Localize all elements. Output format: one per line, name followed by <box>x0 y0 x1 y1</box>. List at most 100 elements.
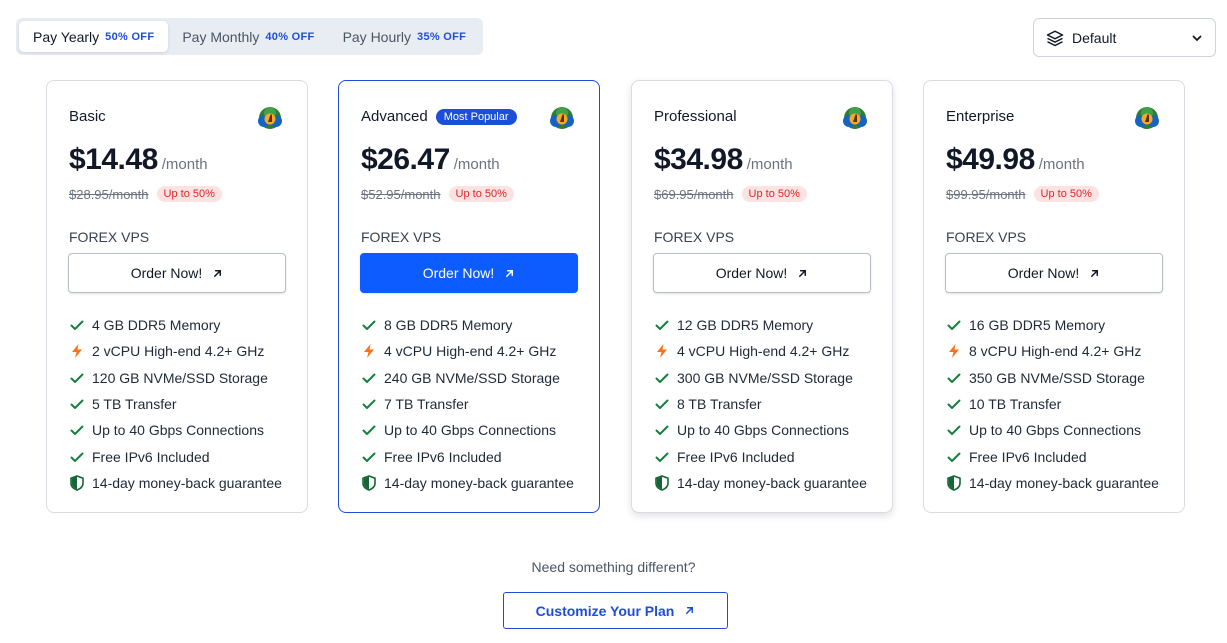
feature-item: 240 GB NVMe/SSD Storage <box>361 365 574 391</box>
feature-item: 10 TB Transfer <box>946 391 1159 417</box>
price-period: /month <box>746 156 793 173</box>
feature-item: Up to 40 Gbps Connections <box>69 417 282 443</box>
original-price: $69.95/month <box>654 186 734 202</box>
feature-item: 300 GB NVMe/SSD Storage <box>654 365 867 391</box>
feature-item: 120 GB NVMe/SSD Storage <box>69 365 282 391</box>
feature-text: 8 TB Transfer <box>677 396 762 413</box>
check-icon <box>947 399 961 410</box>
feature-text: 4 vCPU High-end 4.2+ GHz <box>677 343 850 360</box>
order-now-label: Order Now! <box>422 265 495 281</box>
billing-option-label: Pay Monthly <box>182 28 260 45</box>
shield-icon <box>655 475 669 491</box>
feature-text: 14-day money-back guarantee <box>677 474 867 491</box>
metatrader-logo-icon <box>1135 107 1159 129</box>
plan-price: $14.48 <box>69 143 158 176</box>
plan-price: $26.47 <box>361 143 450 176</box>
feature-item: Free IPv6 Included <box>946 443 1159 469</box>
check-icon <box>70 399 84 410</box>
check-icon <box>362 320 376 331</box>
feature-item: Free IPv6 Included <box>361 443 574 469</box>
plan-header: Advanced Most Popular <box>361 108 517 125</box>
plan-name: Professional <box>654 108 737 125</box>
check-icon <box>70 320 84 331</box>
order-now-button[interactable]: Order Now! <box>945 253 1163 293</box>
plan-header: Basic <box>69 108 106 125</box>
original-price: $99.95/month <box>946 186 1026 202</box>
arrow-up-right-icon <box>686 607 694 614</box>
feature-item: Up to 40 Gbps Connections <box>654 417 867 443</box>
product-label: FOREX VPS <box>361 229 442 245</box>
feature-text: Free IPv6 Included <box>384 448 502 465</box>
order-now-label: Order Now! <box>1007 265 1080 281</box>
feature-item: 14-day money-back guarantee <box>69 470 282 496</box>
original-price: $28.95/month <box>69 186 149 202</box>
arrow-up-right-icon <box>214 269 222 277</box>
feature-list: 16 GB DDR5 Memory 8 vCPU High-end 4.2+ GH… <box>946 312 1159 496</box>
product-label: FOREX VPS <box>946 229 1027 245</box>
shield-icon <box>947 475 961 491</box>
lightning-icon <box>72 344 82 359</box>
billing-option-yearly[interactable]: Pay Yearly 50% OFF <box>19 21 169 52</box>
feature-item: 14-day money-back guarantee <box>361 470 574 496</box>
check-icon <box>947 452 961 462</box>
feature-list: 12 GB DDR5 Memory 4 vCPU High-end 4.2+ GH… <box>654 312 867 496</box>
need-something-different-text: Need something different? <box>531 559 696 575</box>
feature-item: Free IPv6 Included <box>69 443 282 469</box>
feature-text: Free IPv6 Included <box>92 448 210 465</box>
sort-select[interactable]: Default <box>1033 18 1216 57</box>
discount-badge: Up to 50% <box>448 186 514 202</box>
feature-item: 4 GB DDR5 Memory <box>69 312 282 338</box>
plan-name: Basic <box>69 108 106 125</box>
order-now-button[interactable]: Order Now! <box>360 253 578 293</box>
order-now-button[interactable]: Order Now! <box>653 253 871 293</box>
check-icon <box>362 452 376 462</box>
check-icon <box>362 425 376 436</box>
feature-item: 7 TB Transfer <box>361 391 574 417</box>
billing-period-toggle: Pay Yearly 50% OFF Pay Monthly 40% OFF P… <box>16 18 484 55</box>
old-price-row: $99.95/month Up to 50% <box>946 186 1099 202</box>
feature-item: Up to 40 Gbps Connections <box>946 417 1159 443</box>
old-price-row: $28.95/month Up to 50% <box>69 186 222 202</box>
feature-item: Free IPv6 Included <box>654 443 867 469</box>
feature-item: 14-day money-back guarantee <box>654 470 867 496</box>
feature-item: 350 GB NVMe/SSD Storage <box>946 365 1159 391</box>
check-icon <box>655 452 669 462</box>
price-period: /month <box>1038 156 1085 173</box>
customize-plan-button[interactable]: Customize Your Plan <box>503 592 728 629</box>
shield-icon <box>70 475 84 491</box>
feature-item: 2 vCPU High-end 4.2+ GHz <box>69 338 282 364</box>
discount-badge: Up to 50% <box>1033 186 1099 202</box>
billing-discount-badge: 40% OFF <box>265 30 315 43</box>
billing-option-monthly[interactable]: Pay Monthly 40% OFF <box>168 21 328 52</box>
plan-header: Professional <box>654 108 737 125</box>
feature-text: 300 GB NVMe/SSD Storage <box>677 369 853 386</box>
feature-list: 8 GB DDR5 Memory 4 vCPU High-end 4.2+ GHz… <box>361 312 574 496</box>
arrow-up-right-icon <box>506 269 514 277</box>
feature-list: 4 GB DDR5 Memory 2 vCPU High-end 4.2+ GHz… <box>69 312 282 496</box>
chevron-down-icon <box>1192 35 1202 41</box>
customize-plan-label: Customize Your Plan <box>535 602 675 619</box>
check-icon <box>947 425 961 436</box>
plan-card-professional: Professional $34.98/month $69.95/month Up t… <box>631 80 893 513</box>
feature-text: 14-day money-back guarantee <box>969 474 1159 491</box>
plan-name: Enterprise <box>946 108 1015 125</box>
billing-option-hourly[interactable]: Pay Hourly 35% OFF <box>329 21 481 52</box>
feature-item: 4 vCPU High-end 4.2+ GHz <box>361 338 574 364</box>
shield-icon <box>362 475 376 491</box>
metatrader-logo-icon <box>843 107 867 129</box>
feature-text: Up to 40 Gbps Connections <box>969 422 1141 439</box>
check-icon <box>362 373 376 383</box>
order-now-button[interactable]: Order Now! <box>68 253 286 293</box>
plan-card-advanced: Advanced Most Popular $26.47/month $52.95/m… <box>338 80 600 513</box>
check-icon <box>655 373 669 383</box>
lightning-icon <box>657 344 667 359</box>
arrow-up-right-icon <box>1091 269 1099 277</box>
check-icon <box>70 452 84 462</box>
lightning-icon <box>364 344 374 359</box>
feature-item: Up to 40 Gbps Connections <box>361 417 574 443</box>
plan-price: $49.98 <box>946 143 1035 176</box>
price-row: $49.98/month <box>946 143 1085 177</box>
price-period: /month <box>453 156 500 173</box>
feature-text: 8 vCPU High-end 4.2+ GHz <box>969 343 1142 360</box>
price-row: $26.47/month <box>361 143 500 177</box>
